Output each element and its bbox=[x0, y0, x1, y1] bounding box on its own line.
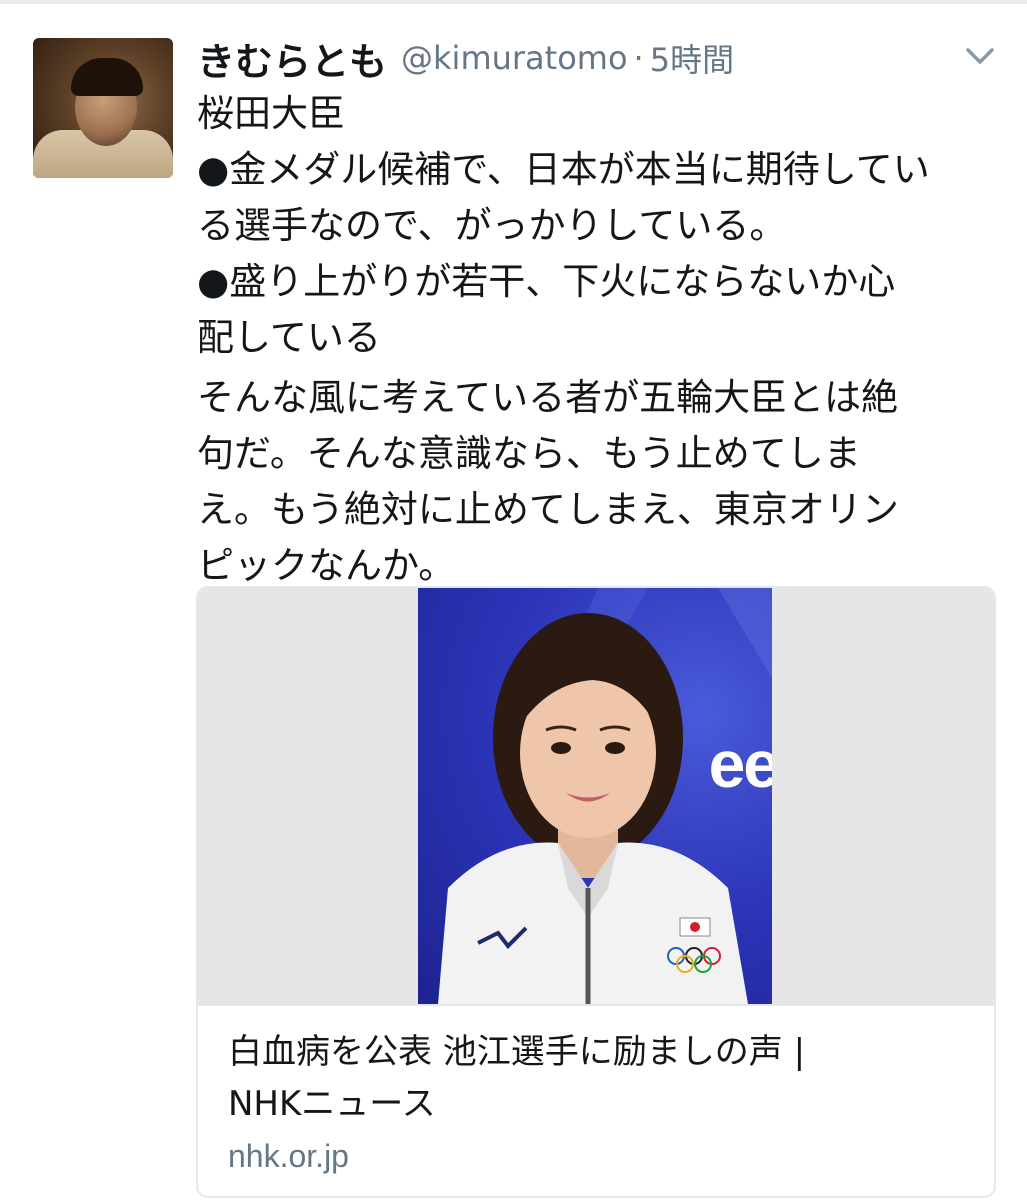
avatar[interactable] bbox=[33, 38, 173, 178]
tweet-line: 句だ。そんな意識なら、もう止めてしま bbox=[197, 432, 861, 475]
card-photo: ee bbox=[418, 588, 772, 1004]
user-handle[interactable]: @kimuratomo bbox=[401, 39, 628, 77]
photo-text: ee bbox=[708, 727, 772, 801]
separator: · bbox=[633, 39, 644, 77]
display-name[interactable]: きむらとも bbox=[197, 31, 387, 86]
tweet-header: きむらとも @kimuratomo · 5時間 bbox=[197, 30, 734, 86]
card-title-line: NHKニュース bbox=[228, 1084, 436, 1124]
card-title[interactable]: 白血病を公表 池江選手に励ましの声 | NHKニュース bbox=[228, 1026, 968, 1130]
card-title-line: 白血病を公表 池江選手に励ましの声 | bbox=[228, 1032, 806, 1072]
tweet-line: る選手なので、がっかりしている。 bbox=[197, 204, 787, 247]
chevron-down-icon[interactable] bbox=[960, 42, 1000, 72]
card-divider bbox=[198, 1004, 994, 1006]
card-image[interactable]: ee bbox=[198, 588, 994, 1004]
tweet-line: 桜田大臣 bbox=[197, 92, 345, 135]
tweet-line: 配している bbox=[197, 316, 381, 359]
tweet-line: そんな風に考えている者が五輪大臣とは絶 bbox=[197, 376, 899, 419]
tweet-line: え。もう絶対に止めてしまえ、東京オリン bbox=[197, 488, 899, 531]
card-domain[interactable]: nhk.or.jp bbox=[228, 1138, 349, 1175]
tweet-line: ●盛り上がりが若干、下火にならないか心 bbox=[197, 260, 896, 303]
tweet-line: ●金メダル候補で、日本が本当に期待してい bbox=[197, 148, 930, 191]
tweet-text: 桜田大臣 ●金メダル候補で、日本が本当に期待してい る選手なので、がっかりしてい… bbox=[197, 86, 997, 594]
tweet[interactable]: きむらとも @kimuratomo · 5時間 桜田大臣 ●金メダル候補で、日本… bbox=[0, 0, 1027, 1200]
link-card[interactable]: ee 白血病を公表 池江選手に励ましの声 | NHKニュース nhk.or.jp bbox=[196, 586, 996, 1198]
timestamp[interactable]: 5時間 bbox=[650, 35, 734, 81]
